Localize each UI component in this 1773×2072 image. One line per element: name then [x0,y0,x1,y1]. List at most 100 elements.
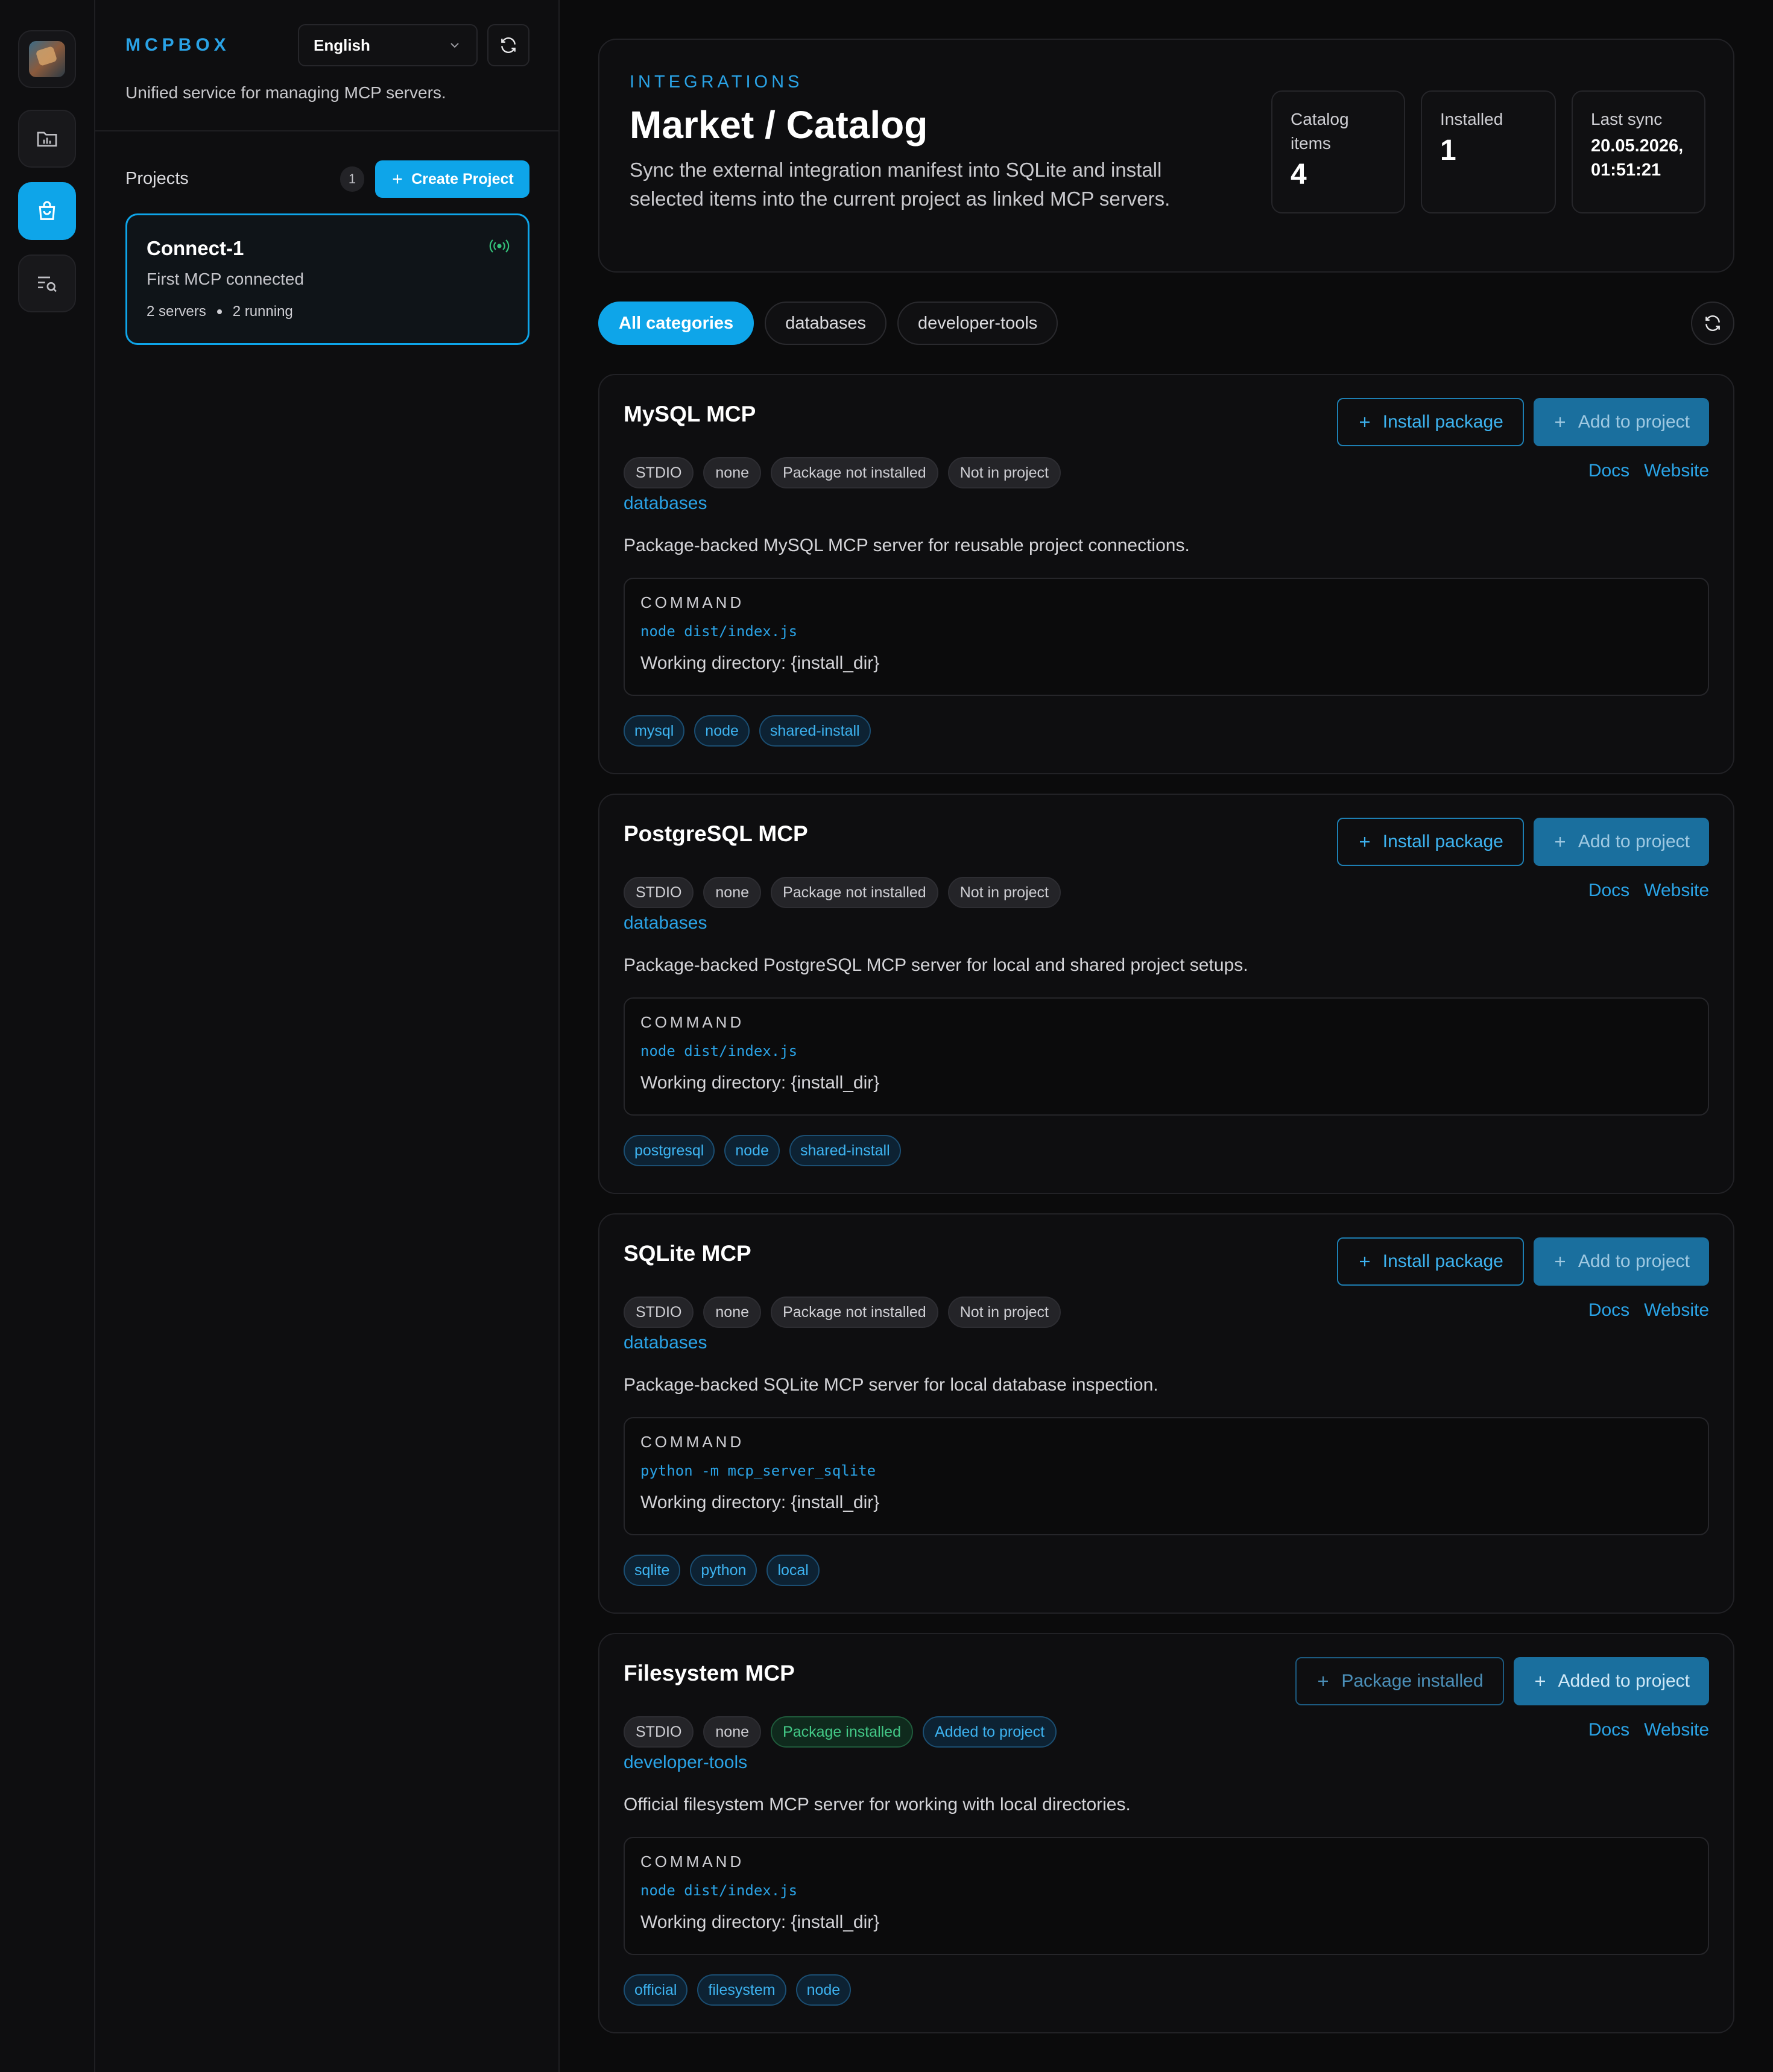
tag: shared-install [759,715,871,747]
brand-name: MCPBOX [125,35,230,55]
tag-list: official filesystem node [624,1974,852,2006]
catalog-refresh-button[interactable] [1691,302,1734,345]
meta-separator [216,309,222,314]
website-link[interactable]: Website [1644,1720,1709,1740]
logs-nav-button[interactable] [18,254,76,312]
command-label: COMMAND [640,1433,745,1451]
card-links: Docs Website [1588,880,1709,901]
install-label: Package installed [1341,1671,1484,1691]
status-badges: STDIO none Package not installed Not in … [624,877,1061,908]
add-to-project-button[interactable]: Add to project [1533,1237,1709,1286]
card-title: Filesystem MCP [624,1661,795,1685]
sidebar-divider [95,130,560,131]
market-icon [39,201,55,220]
create-project-button[interactable]: Create Project [375,160,529,198]
package-status-badge: Package not installed [771,1297,938,1328]
category-link[interactable]: developer-tools [624,1752,747,1773]
card-description: Package-backed PostgreSQL MCP server for… [624,955,1248,975]
card-title: MySQL MCP [624,402,756,426]
page-title: Market / Catalog [630,103,928,147]
add-label: Add to project [1578,832,1690,851]
project-description: First MCP connected [147,270,304,288]
app-logo[interactable] [18,30,76,88]
category-link[interactable]: databases [624,1333,707,1353]
docs-link[interactable]: Docs [1588,1300,1629,1321]
card-description: Package-backed SQLite MCP server for loc… [624,1375,1158,1395]
docs-link[interactable]: Docs [1588,880,1629,901]
added-to-project-button[interactable]: Added to project [1513,1657,1709,1705]
docs-link[interactable]: Docs [1588,461,1629,481]
plus-icon [393,174,402,184]
card-links: Docs Website [1588,1300,1709,1321]
category-link[interactable]: databases [624,493,707,514]
stat-last-sync: Last sync 20.05.2026, 01:51:21 [1572,90,1705,213]
add-to-project-button[interactable]: Add to project [1533,398,1709,446]
plus-icon [1359,837,1370,847]
plus-icon [1359,1257,1370,1266]
transport-badge: STDIO [624,877,694,908]
auth-badge: none [703,877,762,908]
tag: sqlite [624,1555,681,1586]
logo-image [29,41,65,77]
working-directory: Working directory: {install_dir} [640,1073,880,1093]
projects-count-badge: 1 [340,166,364,192]
market-nav-button[interactable] [18,182,76,240]
nav-rail [0,0,95,2072]
tag-list: sqlite python local [624,1555,820,1586]
command-box: COMMAND python -m mcp_server_sqlite Work… [624,1417,1709,1535]
package-status-badge: Package not installed [771,457,938,488]
sidebar-refresh-button[interactable] [487,24,529,66]
package-installed-button[interactable]: Package installed [1295,1657,1504,1705]
plus-icon [1318,1676,1329,1686]
tag-list: mysql node shared-install [624,715,871,747]
command-box: COMMAND node dist/index.js Working direc… [624,997,1709,1116]
website-link[interactable]: Website [1644,461,1709,481]
command-label: COMMAND [640,593,745,611]
logs-icon [38,276,57,292]
language-value: English [314,36,370,54]
catalog-card-sqlite: SQLite MCP Install package Add to projec… [598,1213,1734,1614]
refresh-icon [501,37,516,53]
create-project-label: Create Project [411,170,514,188]
install-package-button[interactable]: Install package [1336,398,1524,446]
install-package-button[interactable]: Install package [1336,818,1524,866]
status-badges: STDIO none Package not installed Not in … [624,457,1061,488]
tag: mysql [624,715,685,747]
card-actions: Install package Add to project [1336,1237,1709,1286]
card-description: Package-backed MySQL MCP server for reus… [624,535,1190,555]
project-running: 2 running [232,303,293,320]
section-eyebrow: INTEGRATIONS [630,72,803,92]
add-to-project-button[interactable]: Add to project [1533,818,1709,866]
command-code: node dist/index.js [640,1043,798,1060]
command-code: node dist/index.js [640,1882,798,1899]
working-directory: Working directory: {install_dir} [640,1912,880,1932]
docs-link[interactable]: Docs [1588,1720,1629,1740]
command-box: COMMAND node dist/index.js Working direc… [624,578,1709,696]
install-package-button[interactable]: Install package [1336,1237,1524,1286]
command-box: COMMAND node dist/index.js Working direc… [624,1837,1709,1955]
sidebar-tagline: Unified service for managing MCP servers… [125,83,446,102]
page-description: Sync the external integration manifest i… [630,159,1171,210]
add-label: Add to project [1578,1251,1690,1271]
stat-sync-time: 01:51:21 [1591,160,1661,180]
projects-nav-button[interactable] [18,110,76,168]
website-link[interactable]: Website [1644,880,1709,901]
project-servers: 2 servers [147,303,206,320]
package-status-badge: Package installed [771,1716,913,1748]
stat-label: Installed [1440,110,1503,128]
stat-sync-date: 20.05.2026, [1591,136,1684,156]
filter-databases[interactable]: databases [765,302,887,345]
category-link[interactable]: databases [624,913,707,933]
website-link[interactable]: Website [1644,1300,1709,1321]
sidebar: MCPBOX English Unified service for manag… [95,0,560,2072]
filter-all-categories[interactable]: All categories [598,302,754,345]
auth-badge: none [703,1297,762,1328]
language-select[interactable]: English [298,24,478,66]
card-links: Docs Website [1588,461,1709,481]
tag: official [624,1974,688,2006]
project-card[interactable]: Connect-1 First MCP connected 2 servers … [125,213,529,345]
card-actions: Install package Add to project [1336,818,1709,866]
install-label: Install package [1382,832,1503,851]
filter-developer-tools[interactable]: developer-tools [897,302,1058,345]
catalog-card-postgresql: PostgreSQL MCP Install package Add to pr… [598,794,1734,1194]
